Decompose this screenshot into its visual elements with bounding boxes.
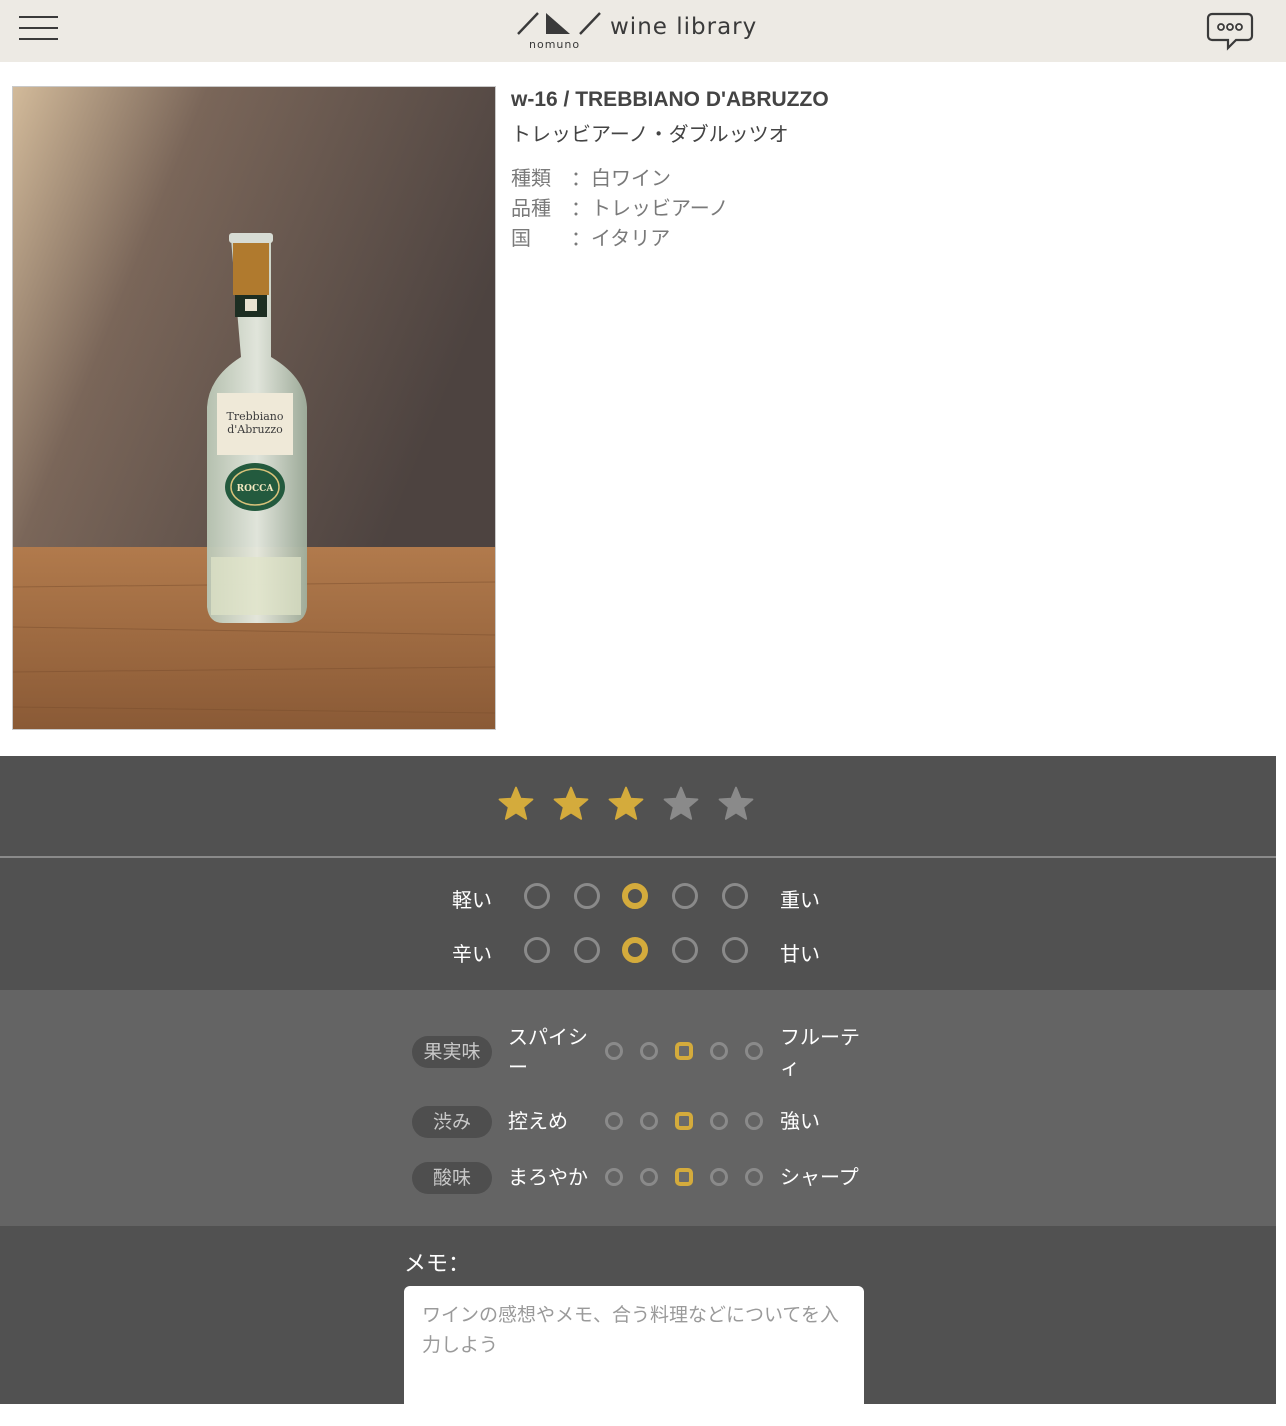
taste-option-radio[interactable] xyxy=(745,1112,763,1130)
spec-sep: ： xyxy=(571,226,591,250)
memo-input[interactable] xyxy=(404,1286,864,1426)
spec-sep: ： xyxy=(571,166,591,190)
scale-option-radio[interactable] xyxy=(574,937,600,963)
star-icon[interactable] xyxy=(552,786,590,822)
spec-key: 品種 xyxy=(511,196,551,220)
taste-tag-tannin: 渋み xyxy=(412,1106,492,1138)
taste-option-radio[interactable] xyxy=(640,1112,658,1130)
taste-section xyxy=(0,990,1276,1226)
wine-kana-name: トレッビアーノ・ダブルッツオ xyxy=(511,122,789,146)
taste-option-radio[interactable] xyxy=(675,1042,693,1060)
memo-label: メモ： xyxy=(404,1252,471,1277)
star-icon[interactable] xyxy=(717,786,755,822)
taste-option-radio[interactable] xyxy=(710,1112,728,1130)
taste-option-radio[interactable] xyxy=(675,1112,693,1130)
taste-tag-fruit: 果実味 xyxy=(412,1036,492,1068)
scale-right-label: 甘い xyxy=(780,942,820,966)
spec-key: 国 xyxy=(511,226,531,250)
spec-value: イタリア xyxy=(591,226,671,250)
scale-option-radio[interactable] xyxy=(574,883,600,909)
taste-option-radio[interactable] xyxy=(640,1168,658,1186)
taste-tag-acidity: 酸味 xyxy=(412,1162,492,1194)
spec-row-type: 種類 ：白ワイン xyxy=(511,163,829,193)
star-icon[interactable] xyxy=(607,786,645,822)
star-icon[interactable] xyxy=(662,786,700,822)
taste-option-radio[interactable] xyxy=(675,1168,693,1186)
taste-option-radio[interactable] xyxy=(605,1112,623,1130)
taste-right-label: 強い xyxy=(780,1109,820,1133)
scale-left-label: 辛い xyxy=(452,942,492,966)
taste-option-radio[interactable] xyxy=(640,1042,658,1060)
scale-option-radio[interactable] xyxy=(722,883,748,909)
brand-name-text: wine library xyxy=(610,14,758,40)
hamburger-menu-icon[interactable] xyxy=(19,14,59,42)
taste-option-radio[interactable] xyxy=(605,1042,623,1060)
scale-option-radio[interactable] xyxy=(672,937,698,963)
bottle-label-line1: Trebbiano xyxy=(227,410,284,423)
taste-option-radio[interactable] xyxy=(745,1168,763,1186)
taste-option-radio[interactable] xyxy=(710,1168,728,1186)
taste-right-label: シャープ xyxy=(780,1165,859,1189)
brand-logo[interactable]: nomuno wine library xyxy=(514,8,764,54)
scale-left-label: 軽い xyxy=(452,888,492,912)
spec-row-country: 国 ：イタリア xyxy=(511,223,829,253)
chat-bubble-icon[interactable] xyxy=(1206,10,1254,52)
brand-sub-text: nomuno xyxy=(529,38,581,51)
taste-left-label: スパイシー xyxy=(508,1025,588,1079)
wine-info: w-16 / TREBBIANO D'ABRUZZO トレッビアーノ・ダブルッツ… xyxy=(511,88,829,253)
scale-option-radio[interactable] xyxy=(622,883,648,909)
spec-row-variety: 品種 ：トレッビアーノ xyxy=(511,193,829,223)
bottle-label-line2: d'Abruzzo xyxy=(227,423,283,436)
taste-right-label: フルーティ xyxy=(780,1025,860,1079)
scale-option-radio[interactable] xyxy=(672,883,698,909)
bottle-brand-label: ROCCA xyxy=(237,484,275,494)
wine-photo: Trebbiano d'Abruzzo ROCCA xyxy=(12,86,496,730)
scale-option-radio[interactable] xyxy=(722,937,748,963)
scale-right-label: 重い xyxy=(780,888,820,912)
scale-option-radio[interactable] xyxy=(524,883,550,909)
taste-option-radio[interactable] xyxy=(605,1168,623,1186)
scale-option-radio[interactable] xyxy=(524,937,550,963)
taste-left-label: 控えめ xyxy=(508,1109,568,1133)
spec-sep: ： xyxy=(571,196,591,220)
star-icon[interactable] xyxy=(497,786,535,822)
wine-specs: 種類：白ワイン 品種：トレッビアーノ 国：イタリア xyxy=(511,163,829,253)
spec-value: 白ワイン xyxy=(591,166,671,190)
wine-title: w-16 / TREBBIANO D'ABRUZZO xyxy=(511,88,829,111)
app-header: nomuno wine library xyxy=(0,0,1286,62)
body-sweetness-section xyxy=(0,858,1276,990)
taste-option-radio[interactable] xyxy=(745,1042,763,1060)
logo-mark-icon xyxy=(517,12,601,35)
spec-value: トレッビアーノ xyxy=(591,196,729,220)
scale-option-radio[interactable] xyxy=(622,937,648,963)
taste-left-label: まろやか xyxy=(508,1165,588,1189)
taste-option-radio[interactable] xyxy=(710,1042,728,1060)
spec-key: 種類 xyxy=(511,166,551,190)
